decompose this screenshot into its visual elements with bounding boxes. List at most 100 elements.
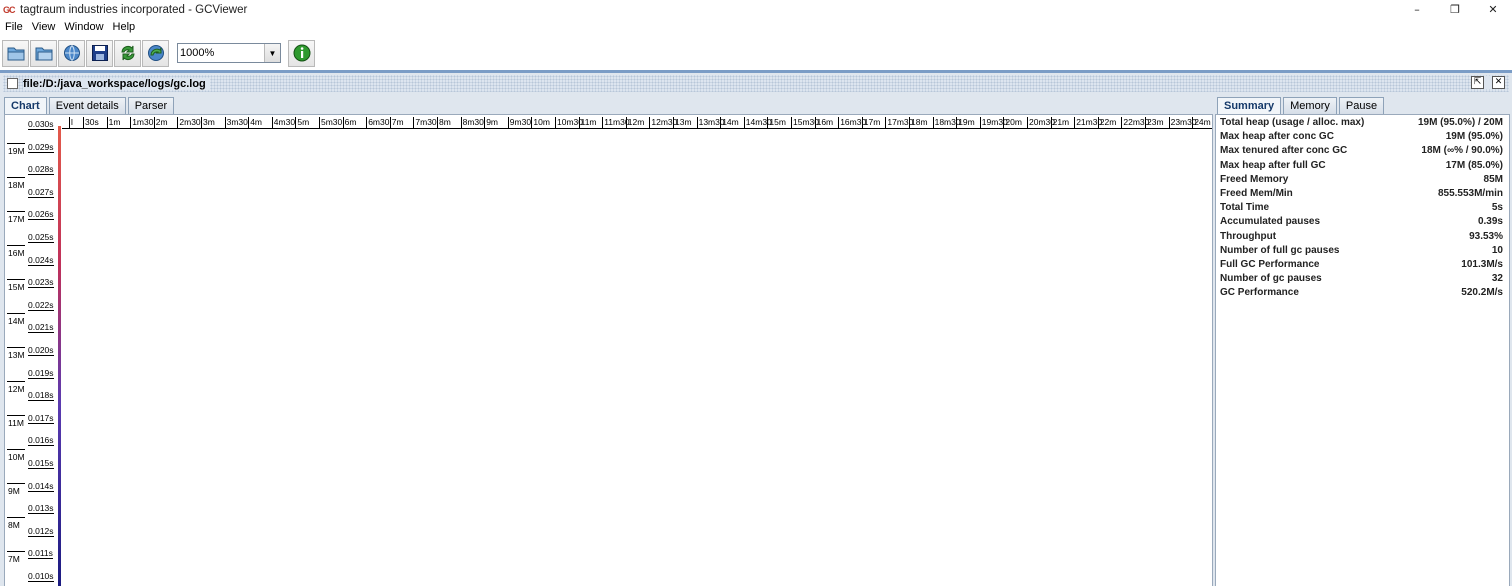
menu-help[interactable]: Help bbox=[113, 21, 136, 33]
heap-tick-label: 13M bbox=[8, 350, 25, 360]
time-axis: l 30s 1m 1m30 2m 2m30 3m 3m30 4m 4m30 5m 5m30 6m 6m30… bbox=[62, 115, 1212, 129]
summary-label: GC Performance bbox=[1220, 287, 1299, 299]
close-button[interactable]: ✕ bbox=[1474, 0, 1512, 19]
heap-tick-line bbox=[7, 177, 25, 178]
time-tick-label: 2m bbox=[153, 117, 168, 128]
summary-panel: Total heap (usage / alloc. max) 19M (95.0… bbox=[1215, 114, 1510, 586]
menu-window[interactable]: Window bbox=[64, 21, 103, 33]
heap-tick-label: 18M bbox=[8, 180, 25, 190]
summary-value: 5s bbox=[1491, 202, 1503, 214]
time-tick-label: 11m bbox=[578, 117, 597, 128]
time-tick-label: 12m bbox=[625, 117, 645, 128]
time-tick-label: 23m bbox=[1145, 117, 1164, 128]
summary-label: Max heap after conc GC bbox=[1220, 131, 1334, 143]
time-tick-label: 4m bbox=[248, 117, 262, 128]
refresh-button[interactable] bbox=[114, 39, 141, 67]
heap-tick-line bbox=[7, 347, 25, 348]
chevron-down-icon[interactable]: ▼ bbox=[264, 44, 280, 62]
summary-row: Accumulated pauses 0.39s bbox=[1220, 216, 1503, 230]
pause-tick-label: 0.011s bbox=[28, 548, 53, 560]
time-tick-label: 9m bbox=[484, 117, 498, 128]
menu-file[interactable]: File bbox=[5, 21, 23, 33]
gcviewer-app-icon: GC bbox=[3, 4, 16, 15]
summary-label: Number of full gc pauses bbox=[1220, 244, 1340, 256]
time-tick-label: 8m30 bbox=[460, 117, 484, 128]
time-tick-label: 9m30 bbox=[507, 117, 532, 128]
summary-tabs: Summary Memory Pause bbox=[1217, 97, 1386, 115]
summary-label: Throughput bbox=[1220, 230, 1277, 242]
pause-tick-label: 0.015s bbox=[28, 458, 54, 469]
pause-tick-label: 0.024s bbox=[28, 254, 54, 266]
time-tick-label: 7m30 bbox=[413, 117, 437, 128]
summary-label: Total Time bbox=[1220, 202, 1270, 214]
info-icon bbox=[293, 44, 310, 62]
heap-tick-line bbox=[7, 483, 25, 484]
time-tick-label: 19m bbox=[956, 117, 975, 128]
pause-tick-label: 0.014s bbox=[28, 480, 54, 492]
window-title: tagtraum industries incorporated - GCVie… bbox=[20, 3, 248, 16]
summary-row: Total heap (usage / alloc. max) 19M (95.0… bbox=[1220, 117, 1503, 131]
pause-tick-label: 0.023s bbox=[28, 277, 54, 289]
save-button[interactable] bbox=[86, 39, 113, 67]
pause-tick-label: 0.013s bbox=[28, 503, 54, 515]
summary-row: Total Time 5s bbox=[1220, 202, 1503, 216]
window-controls: – ❐ ✕ bbox=[1398, 0, 1512, 19]
heap-tick-line bbox=[7, 211, 25, 212]
pause-tick-label: 0.026s bbox=[28, 209, 54, 221]
summary-row: Number of full gc pauses 10 bbox=[1220, 245, 1503, 259]
pause-axis: 0.030s 0.029s 0.028s 0.027s 0.026s 0.025s 0.02… bbox=[28, 115, 60, 586]
pause-tick-label: 0.027s bbox=[28, 186, 54, 198]
frame-title: file:/D:/java_workspace/logs/gc.log bbox=[23, 77, 210, 90]
tab-memory[interactable]: Memory bbox=[1283, 97, 1337, 114]
summary-row: Throughput 93.53% bbox=[1220, 231, 1503, 245]
maximize-button[interactable]: ❐ bbox=[1436, 0, 1474, 19]
tab-chart[interactable]: Chart bbox=[4, 97, 47, 115]
frame-controls: ⇱ ✕ bbox=[1471, 76, 1505, 89]
heap-tick-line bbox=[7, 551, 25, 552]
summary-label: Number of gc pauses bbox=[1220, 273, 1322, 285]
watch-button[interactable] bbox=[142, 39, 169, 67]
time-tick-label: 6m bbox=[342, 117, 357, 128]
save-icon bbox=[91, 45, 108, 61]
tab-summary[interactable]: Summary bbox=[1217, 97, 1282, 115]
pause-tick-label: 0.020s bbox=[28, 345, 54, 356]
pause-tick-label: 0.019s bbox=[28, 367, 54, 379]
open-recent-icon bbox=[35, 47, 52, 61]
open-file-button[interactable] bbox=[2, 39, 29, 67]
frame-close-button[interactable]: ✕ bbox=[1492, 76, 1505, 89]
open-recent-button[interactable] bbox=[30, 39, 57, 67]
watch-icon bbox=[147, 45, 164, 61]
time-tick-label: 3m30 bbox=[224, 117, 248, 128]
heap-tick-line bbox=[7, 279, 25, 280]
time-tick-label: 4m30 bbox=[271, 117, 296, 128]
tab-pause[interactable]: Pause bbox=[1338, 97, 1385, 114]
pause-tick-label: 0.022s bbox=[28, 299, 54, 311]
heap-tick-line bbox=[7, 415, 25, 416]
minimize-button[interactable]: – bbox=[1398, 0, 1436, 19]
tab-event-details[interactable]: Event details bbox=[48, 97, 126, 114]
time-tick-label: 17m bbox=[861, 117, 881, 128]
frame-restore-button[interactable]: ⇱ bbox=[1471, 76, 1484, 89]
heap-tick-label: 16M bbox=[8, 248, 25, 258]
time-tick-label: 13m bbox=[673, 117, 692, 128]
pause-tick-label: 0.016s bbox=[28, 435, 54, 447]
heap-tick-line bbox=[7, 449, 25, 450]
heap-tick-label: 11M bbox=[8, 418, 24, 428]
time-tick-label: 1m30 bbox=[130, 117, 154, 128]
zoom-select[interactable]: 1000% ▼ bbox=[177, 43, 281, 63]
open-url-button[interactable] bbox=[58, 39, 85, 67]
info-button[interactable] bbox=[288, 39, 315, 67]
menu-bar: File View Window Help bbox=[0, 19, 1512, 35]
summary-label: Accumulated pauses bbox=[1220, 216, 1321, 228]
summary-value: 10 bbox=[1491, 244, 1503, 256]
summary-value: 32 bbox=[1491, 273, 1503, 285]
heap-axis: 19M 18M 17M 16M 15M 14M 13M 12M 11M 10M 9M 8M 7M bbox=[5, 115, 30, 586]
pause-tick-label: 0.030s bbox=[28, 119, 54, 130]
menu-view[interactable]: View bbox=[32, 21, 56, 33]
summary-value: 17M (85.0%) bbox=[1445, 159, 1503, 171]
gc-chart-panel[interactable]: 19M 18M 17M 16M 15M 14M 13M 12M 11M 10M 9M 8M 7M 0.0… bbox=[4, 114, 1213, 586]
summary-value: 0.39s bbox=[1477, 216, 1503, 228]
summary-value: 19M (95.0%) / 20M bbox=[1417, 117, 1503, 128]
tab-parser[interactable]: Parser bbox=[127, 97, 175, 114]
summary-label: Max heap after full GC bbox=[1220, 159, 1326, 171]
